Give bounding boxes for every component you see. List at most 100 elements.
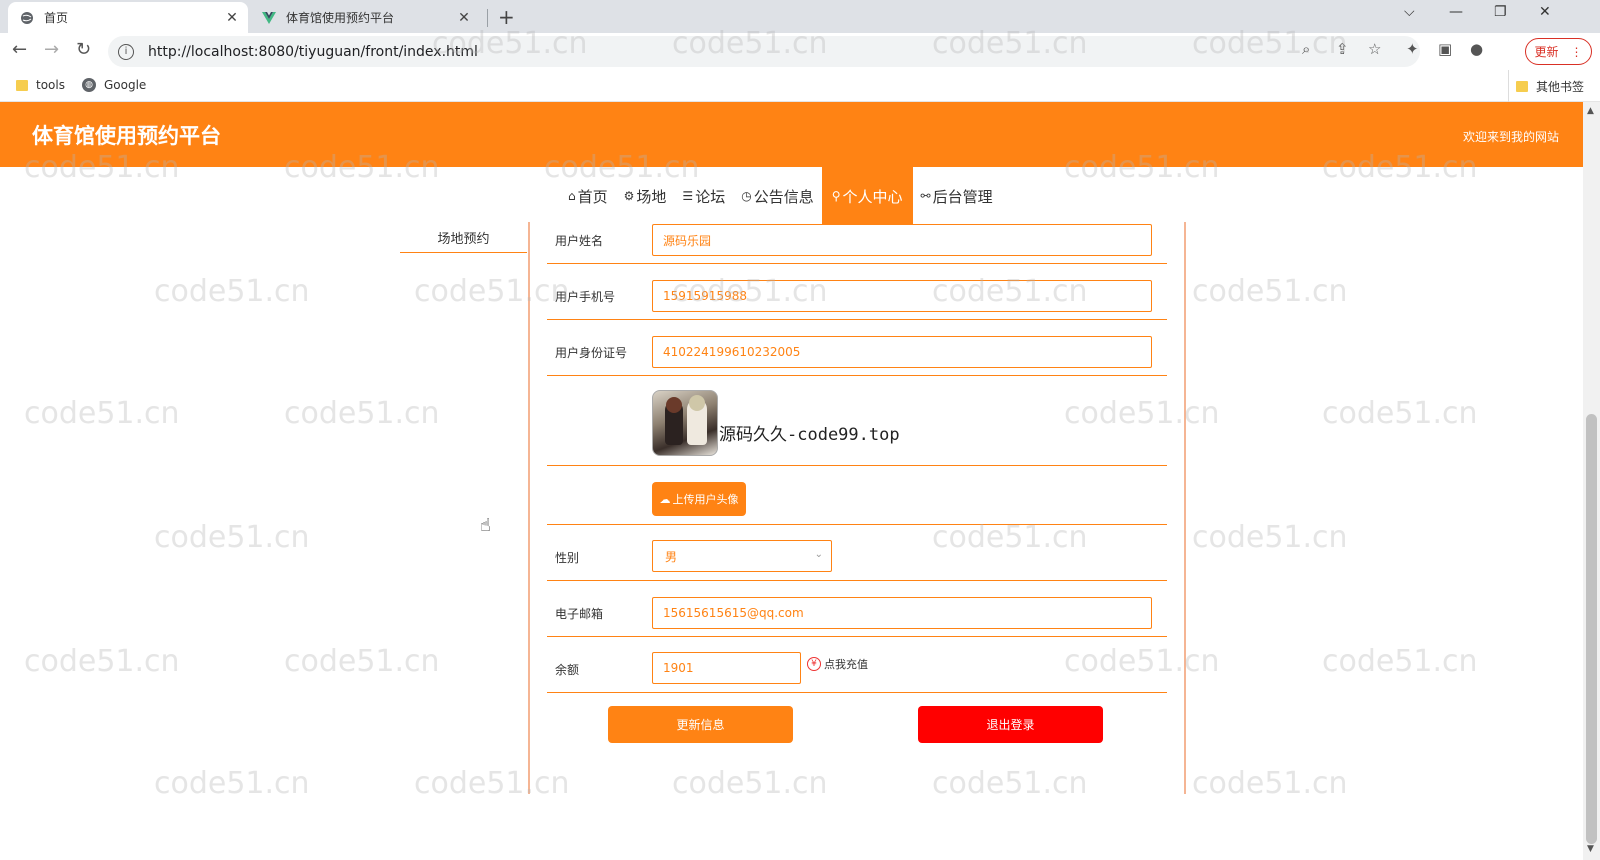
form-row-phone: 用户手机号 15915915988 — [547, 264, 1167, 320]
browser-tabstrip: 首页 ✕ 体育馆使用预约平台 ✕ + ⌵ — ❐ ✕ — [0, 0, 1600, 33]
browser-tab-platform[interactable]: 体育馆使用预约平台 ✕ — [250, 2, 480, 33]
bookmarks-bar: tools ◍ Google 其他书签 — [0, 70, 1600, 102]
update-info-button[interactable]: 更新信息 — [608, 706, 793, 743]
page-scrollbar[interactable]: ▲ ▼ — [1583, 102, 1600, 860]
close-icon[interactable]: ✕ — [222, 10, 242, 26]
nav-item-personal-center[interactable]: ⚲ 个人中心 — [821, 167, 913, 225]
avatar — [652, 390, 718, 456]
idcard-input[interactable]: 410224199610232005 — [652, 336, 1152, 368]
tab-separator — [487, 9, 488, 27]
reload-icon[interactable]: ↻ — [76, 39, 91, 60]
close-icon[interactable]: ✕ — [454, 10, 474, 26]
watermark: code51.cn — [284, 396, 440, 431]
bookmark-google[interactable]: ◍ Google — [82, 78, 146, 92]
watermark: code51.cn — [24, 396, 180, 431]
nav-item-notice[interactable]: ◷ 公告信息 — [733, 167, 822, 225]
zoom-icon[interactable]: ⌕ — [1302, 40, 1310, 58]
hand-cursor-icon: ☝ — [480, 515, 491, 536]
update-label: 更新 — [1534, 45, 1559, 59]
nav-label: 首页 — [577, 187, 608, 206]
email-label: 电子邮箱 — [555, 607, 604, 621]
logout-button[interactable]: 退出登录 — [918, 706, 1103, 743]
watermark: code51.cn — [1192, 274, 1348, 309]
bookmark-tools[interactable]: tools — [16, 78, 65, 92]
sidebar: 场地预约 — [400, 222, 527, 253]
nav-label: 公告信息 — [753, 187, 814, 206]
watermark: code51.cn — [1192, 520, 1348, 555]
profile-icon[interactable]: ● — [1470, 40, 1483, 58]
watermark: code51.cn — [1322, 396, 1478, 431]
tab-title: 首页 — [44, 11, 69, 25]
cloud-upload-icon: ☁ — [659, 492, 671, 506]
minimize-icon[interactable]: — — [1449, 4, 1463, 20]
form-row-avatar: 源码久久-code99.top — [547, 376, 1167, 466]
nav-label: 场地 — [636, 187, 667, 206]
window-close-icon[interactable]: ✕ — [1539, 4, 1551, 20]
browser-update-button[interactable]: 更新 ⋮ — [1525, 38, 1592, 65]
site-title: 体育馆使用预约平台 — [32, 124, 221, 148]
address-bar[interactable]: i http://localhost:8080/tiyuguan/front/i… — [108, 36, 1420, 67]
nav-item-venue[interactable]: ⚙ 场地 — [616, 167, 675, 225]
forward-arrow-icon[interactable]: → — [44, 39, 59, 60]
scroll-up-icon[interactable]: ▲ — [1587, 106, 1594, 116]
bookmark-divider — [1508, 70, 1509, 102]
idcard-label: 用户身份证号 — [555, 346, 628, 360]
bookmark-other[interactable]: 其他书签 — [1516, 78, 1584, 95]
folder-icon — [1516, 81, 1528, 92]
balance-label: 余额 — [555, 663, 580, 677]
watermark: code51.cn — [1192, 766, 1348, 801]
extensions-icon[interactable]: ✦ — [1406, 40, 1419, 58]
phone-input[interactable]: 15915915988 — [652, 280, 1152, 312]
name-label: 用户姓名 — [555, 234, 604, 248]
browser-tab-home[interactable]: 首页 ✕ — [8, 2, 248, 33]
gender-label: 性别 — [555, 551, 580, 565]
bookmark-label: 其他书签 — [1536, 80, 1585, 94]
browser-toolbar: ← → ↻ i http://localhost:8080/tiyuguan/f… — [0, 33, 1600, 70]
form-row-email: 电子邮箱 15615615615@qq.com — [547, 581, 1167, 637]
url-text[interactable]: http://localhost:8080/tiyuguan/front/ind… — [148, 44, 478, 60]
watermark: code51.cn — [24, 644, 180, 679]
watermark: code51.cn — [154, 520, 310, 555]
nav-label: 个人中心 — [842, 187, 903, 206]
nav-label: 论坛 — [695, 187, 726, 206]
user-icon: ⚲ — [831, 189, 841, 203]
nav-item-admin[interactable]: ⚯ 后台管理 — [913, 167, 1001, 225]
form-row-balance: 余额 1901 ¥ 点我充值 — [547, 637, 1167, 693]
info-icon[interactable]: i — [118, 43, 134, 60]
main-nav: ⌂ 首页 ⚙ 场地 ☰ 论坛 ◷ 公告信息 ⚲ 个人中心 ⚯ 后台管理 — [560, 167, 1001, 225]
email-input[interactable]: 15615615615@qq.com — [652, 597, 1152, 629]
site-header: 体育馆使用预约平台 欢迎来到我的网站 — [0, 102, 1583, 167]
restore-icon[interactable]: ❐ — [1494, 4, 1507, 20]
bookmark-label: Google — [104, 78, 147, 92]
vue-logo-icon — [262, 11, 276, 25]
venue-icon: ⚙ — [623, 189, 635, 203]
chevron-down-icon: ⌄ — [814, 549, 823, 560]
scroll-down-icon[interactable]: ▼ — [1587, 844, 1594, 854]
forum-icon: ☰ — [682, 189, 694, 203]
tab-search-icon[interactable]: ⌵ — [1404, 4, 1415, 20]
yen-icon: ¥ — [807, 657, 821, 671]
share-icon[interactable]: ⇪ — [1336, 40, 1349, 58]
welcome-text: 欢迎来到我的网站 — [1462, 130, 1559, 144]
globe-icon: ◍ — [82, 78, 96, 92]
new-tab-button[interactable]: + — [498, 5, 515, 29]
side-panel-icon[interactable]: ▣ — [1438, 40, 1452, 58]
form-row-upload: ☁ 上传用户头像 — [547, 466, 1167, 525]
profile-form: 用户姓名 源码乐园 用户手机号 15915915988 用户身份证号 41022… — [528, 222, 1186, 794]
link-icon: ⚯ — [920, 189, 931, 203]
form-row-name: 用户姓名 源码乐园 — [547, 222, 1167, 264]
back-arrow-icon[interactable]: ← — [12, 39, 27, 60]
balance-input[interactable]: 1901 — [652, 652, 801, 684]
sidebar-item-venue-booking[interactable]: 场地预约 — [400, 222, 527, 253]
gender-value: 男 — [665, 549, 678, 564]
nav-item-home[interactable]: ⌂ 首页 — [560, 167, 616, 225]
bookmark-label: tools — [36, 78, 65, 92]
gender-select[interactable]: 男 ⌄ — [652, 540, 832, 572]
recharge-link[interactable]: ¥ 点我充值 — [807, 656, 868, 672]
star-icon[interactable]: ☆ — [1368, 40, 1381, 58]
nav-item-forum[interactable]: ☰ 论坛 — [674, 167, 733, 225]
upload-avatar-button[interactable]: ☁ 上传用户头像 — [652, 482, 746, 516]
watermark: code51.cn — [154, 766, 310, 801]
scroll-thumb[interactable] — [1586, 414, 1597, 844]
name-input[interactable]: 源码乐园 — [652, 224, 1152, 256]
